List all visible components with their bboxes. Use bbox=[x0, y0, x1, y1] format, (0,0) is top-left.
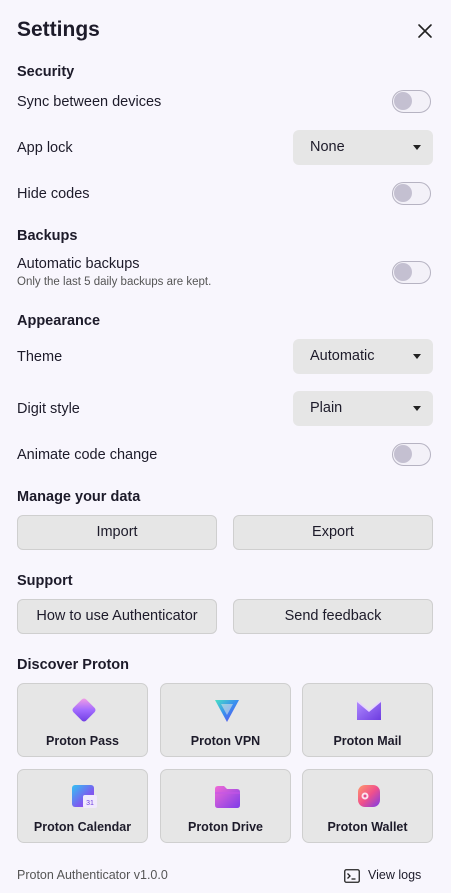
auto-backups-sublabel: Only the last 5 daily backups are kept. bbox=[17, 276, 212, 288]
close-icon[interactable] bbox=[414, 20, 436, 42]
security-heading: Security bbox=[17, 64, 75, 80]
proton-wallet-label: Proton Wallet bbox=[327, 820, 408, 834]
digit-style-select[interactable]: Plain bbox=[293, 391, 433, 426]
discover-heading: Discover Proton bbox=[17, 657, 129, 673]
proton-drive-label: Proton Drive bbox=[187, 820, 263, 834]
caret-down-icon bbox=[413, 145, 421, 150]
proton-wallet-icon bbox=[358, 785, 380, 807]
auto-backups-label: Automatic backups bbox=[17, 256, 140, 272]
proton-pass-label: Proton Pass bbox=[46, 734, 119, 748]
export-button[interactable]: Export bbox=[233, 515, 433, 550]
theme-label: Theme bbox=[17, 349, 63, 365]
support-heading: Support bbox=[17, 573, 73, 589]
import-button[interactable]: Import bbox=[17, 515, 217, 550]
app-lock-label: App lock bbox=[17, 140, 73, 156]
proton-calendar-label: Proton Calendar bbox=[33, 820, 132, 834]
toggle-knob bbox=[394, 92, 412, 110]
animate-label: Animate code change bbox=[17, 447, 158, 463]
proton-mail-icon bbox=[356, 700, 382, 720]
animate-toggle[interactable] bbox=[392, 443, 431, 466]
feedback-button[interactable]: Send feedback bbox=[233, 599, 433, 634]
data-heading: Manage your data bbox=[17, 489, 141, 505]
proton-calendar-icon: 31 bbox=[72, 785, 97, 808]
auto-backups-toggle[interactable] bbox=[392, 261, 431, 284]
toggle-knob bbox=[394, 445, 412, 463]
page-title: Settings bbox=[17, 18, 100, 41]
caret-down-icon bbox=[413, 406, 421, 411]
how-to-button[interactable]: How to use Authenticator bbox=[17, 599, 217, 634]
view-logs-label: View logs bbox=[368, 868, 422, 882]
proton-vpn-tile[interactable]: Proton VPN bbox=[160, 683, 291, 757]
proton-vpn-icon bbox=[215, 700, 239, 722]
appearance-heading: Appearance bbox=[17, 313, 101, 329]
app-version: Proton Authenticator v1.0.0 bbox=[17, 868, 168, 882]
proton-pass-icon bbox=[72, 698, 96, 722]
sync-toggle[interactable] bbox=[392, 90, 431, 113]
caret-down-icon bbox=[413, 354, 421, 359]
settings-panel: Settings Security Sync between devices A… bbox=[0, 0, 451, 893]
toggle-knob bbox=[394, 184, 412, 202]
toggle-knob bbox=[394, 263, 412, 281]
proton-mail-label: Proton Mail bbox=[333, 734, 402, 748]
terminal-icon bbox=[344, 869, 360, 883]
proton-vpn-label: Proton VPN bbox=[190, 734, 261, 748]
theme-value: Automatic bbox=[310, 348, 375, 364]
proton-mail-tile[interactable]: Proton Mail bbox=[302, 683, 433, 757]
digit-style-value: Plain bbox=[310, 400, 343, 416]
sync-label: Sync between devices bbox=[17, 94, 162, 110]
theme-select[interactable]: Automatic bbox=[293, 339, 433, 374]
proton-drive-icon bbox=[215, 786, 240, 808]
proton-drive-tile[interactable]: Proton Drive bbox=[160, 769, 291, 843]
app-lock-value: None bbox=[310, 139, 345, 155]
proton-pass-tile[interactable]: Proton Pass bbox=[17, 683, 148, 757]
backups-heading: Backups bbox=[17, 228, 78, 244]
hide-codes-label: Hide codes bbox=[17, 186, 90, 202]
digit-style-label: Digit style bbox=[17, 401, 80, 417]
proton-wallet-tile[interactable]: Proton Wallet bbox=[302, 769, 433, 843]
app-lock-select[interactable]: None bbox=[293, 130, 433, 165]
calendar-icon-text: 31 bbox=[86, 800, 94, 807]
proton-calendar-tile[interactable]: 31 Proton Calendar bbox=[17, 769, 148, 843]
hide-codes-toggle[interactable] bbox=[392, 182, 431, 205]
